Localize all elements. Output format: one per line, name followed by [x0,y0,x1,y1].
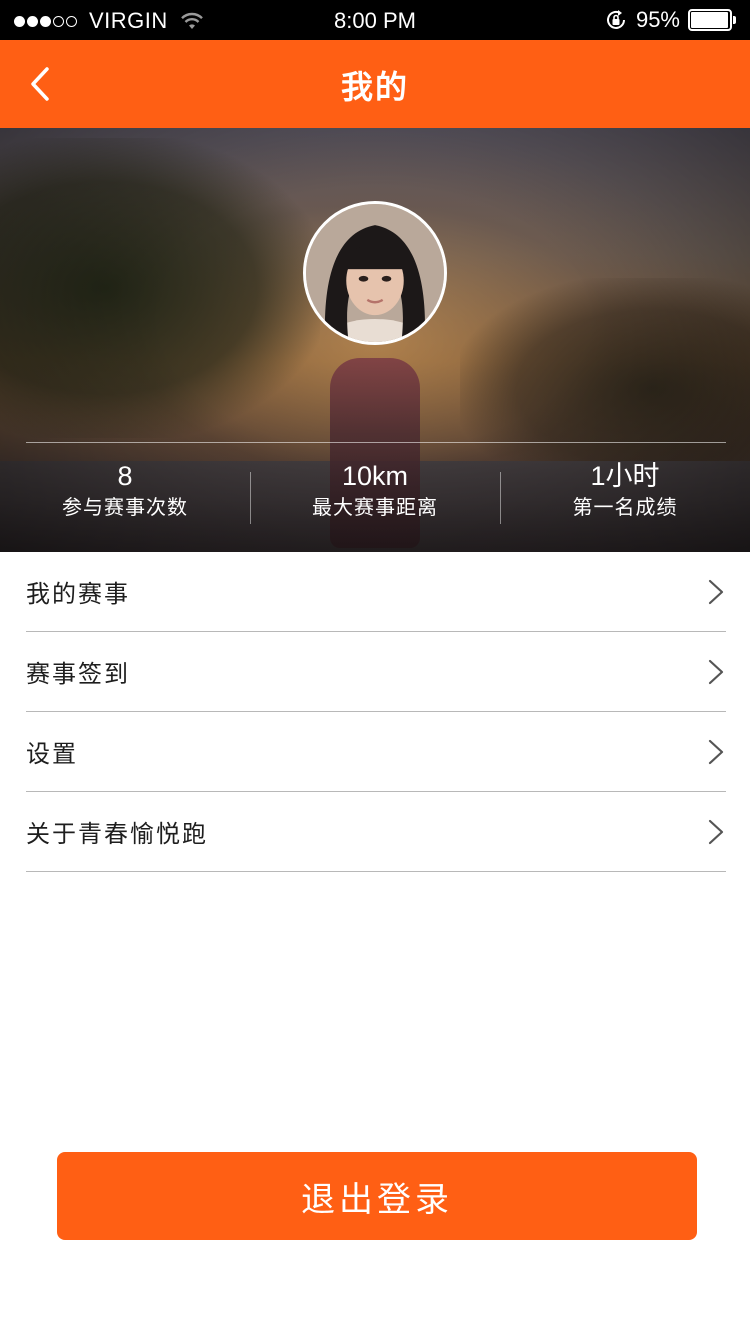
menu-item-race-checkin[interactable]: 赛事签到 [26,632,726,712]
logout-button[interactable]: 退出登录 [57,1152,697,1240]
rotation-lock-icon [606,10,625,29]
stat-value: 10km [341,461,409,491]
status-bar-right: 95% [604,7,736,33]
stat-separator [500,472,501,524]
avatar-photo [306,204,444,342]
chevron-right-icon [708,579,724,605]
stats-row: 8 参与赛事次数 10km 最大赛事距离 1小时 第一名成绩 [0,460,750,530]
chevron-right-icon [708,739,724,765]
menu-item-my-races[interactable]: 我的赛事 [26,552,726,632]
menu-item-about[interactable]: 关于青春愉悦跑 [26,792,726,872]
stats-divider [26,442,726,443]
profile-header: 8 参与赛事次数 10km 最大赛事距离 1小时 第一名成绩 [0,128,750,552]
nav-bar: 我的 [0,40,750,128]
avatar[interactable] [303,201,447,345]
stat-label: 参与赛事次数 [62,495,188,519]
status-bar: VIRGIN 8:00 PM 95% [0,0,750,40]
stat-separator [250,472,251,524]
menu-item-settings[interactable]: 设置 [26,712,726,792]
battery-icon [688,9,736,31]
chevron-right-icon [708,819,724,845]
menu-list: 我的赛事 赛事签到 设置 关于青春愉悦跑 [0,552,750,872]
menu-item-label: 我的赛事 [26,580,130,608]
stat-label: 最大赛事距离 [312,495,438,519]
chevron-right-icon [708,659,724,685]
stat-max-distance: 10km 最大赛事距离 [250,460,500,530]
stat-value: 8 [117,461,133,491]
menu-item-label: 赛事签到 [26,660,130,688]
stat-label: 第一名成绩 [572,495,678,519]
battery-percentage: 95% [635,7,680,32]
stat-race-count: 8 参与赛事次数 [0,460,250,530]
menu-item-label: 设置 [26,740,78,768]
stat-value: 1小时 [590,461,660,491]
menu-item-label: 关于青春愉悦跑 [26,820,208,848]
stat-first-place: 1小时 第一名成绩 [500,460,750,530]
page-title: 我的 [340,68,409,106]
